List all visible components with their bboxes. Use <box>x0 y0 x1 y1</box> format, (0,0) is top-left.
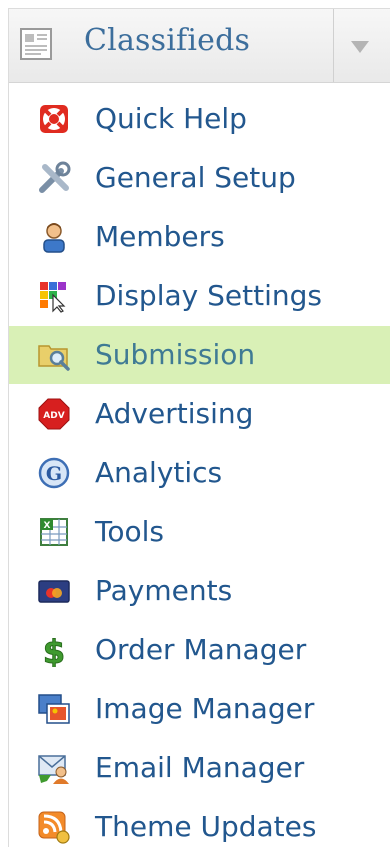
sidebar-item-analytics[interactable]: G Analytics <box>9 444 390 502</box>
sidebar-item-tools[interactable]: X Tools <box>9 503 390 561</box>
panel-title: Classifieds <box>84 23 251 58</box>
sidebar-item-label: Tools <box>95 515 164 548</box>
spreadsheet-icon: X <box>37 515 71 549</box>
sidebar-item-members[interactable]: Members <box>9 208 390 266</box>
sidebar-item-label: Email Manager <box>95 751 305 784</box>
svg-text:$: $ <box>43 633 65 667</box>
email-user-icon <box>37 751 71 785</box>
dollar-icon: $ <box>37 633 71 672</box>
lifebuoy-icon <box>37 102 71 136</box>
sidebar-item-label: Advertising <box>95 397 254 430</box>
sidebar-item-quick-help[interactable]: Quick Help <box>9 90 390 148</box>
sidebar-item-theme-updates[interactable]: Theme Updates <box>9 798 390 856</box>
rss-icon <box>37 810 71 844</box>
chevron-down-icon[interactable] <box>350 39 370 53</box>
user-icon <box>37 220 71 254</box>
classifieds-panel: Classifieds Quick Help General Setup Mem… <box>8 8 390 847</box>
sidebar-item-order-manager[interactable]: $ Order Manager <box>9 621 390 679</box>
sidebar-item-label: Quick Help <box>95 102 247 135</box>
sidebar-item-label: Order Manager <box>95 633 307 666</box>
sidebar-item-label: Submission <box>95 338 256 371</box>
sidebar-item-submission[interactable]: Submission <box>9 326 390 384</box>
panel-header[interactable]: Classifieds <box>9 9 390 83</box>
sidebar-item-email-manager[interactable]: Email Manager <box>9 739 390 797</box>
palette-icon <box>37 279 71 313</box>
document-icon <box>19 27 55 61</box>
sidebar-item-label: Display Settings <box>95 279 322 312</box>
header-divider <box>333 9 334 82</box>
svg-text:ADV: ADV <box>43 411 64 421</box>
sidebar-item-advertising[interactable]: ADV Advertising <box>9 385 390 443</box>
google-icon: G <box>37 456 71 490</box>
tools-icon <box>37 161 71 195</box>
sidebar-item-image-manager[interactable]: Image Manager <box>9 680 390 738</box>
sidebar-item-label: General Setup <box>95 161 296 194</box>
images-icon <box>37 692 71 726</box>
svg-text:X: X <box>44 521 51 531</box>
adv-badge-icon: ADV <box>37 397 71 431</box>
svg-text:G: G <box>46 463 62 485</box>
sidebar-item-payments[interactable]: Payments <box>9 562 390 620</box>
sidebar-item-label: Payments <box>95 574 233 607</box>
sidebar-item-label: Members <box>95 220 225 253</box>
sidebar-item-label: Image Manager <box>95 692 315 725</box>
folder-search-icon <box>37 338 71 372</box>
sidebar-item-display-settings[interactable]: Display Settings <box>9 267 390 325</box>
sidebar-item-label: Theme Updates <box>95 810 317 843</box>
credit-card-icon <box>37 574 71 608</box>
sidebar-item-general-setup[interactable]: General Setup <box>9 149 390 207</box>
sidebar-item-label: Analytics <box>95 456 223 489</box>
